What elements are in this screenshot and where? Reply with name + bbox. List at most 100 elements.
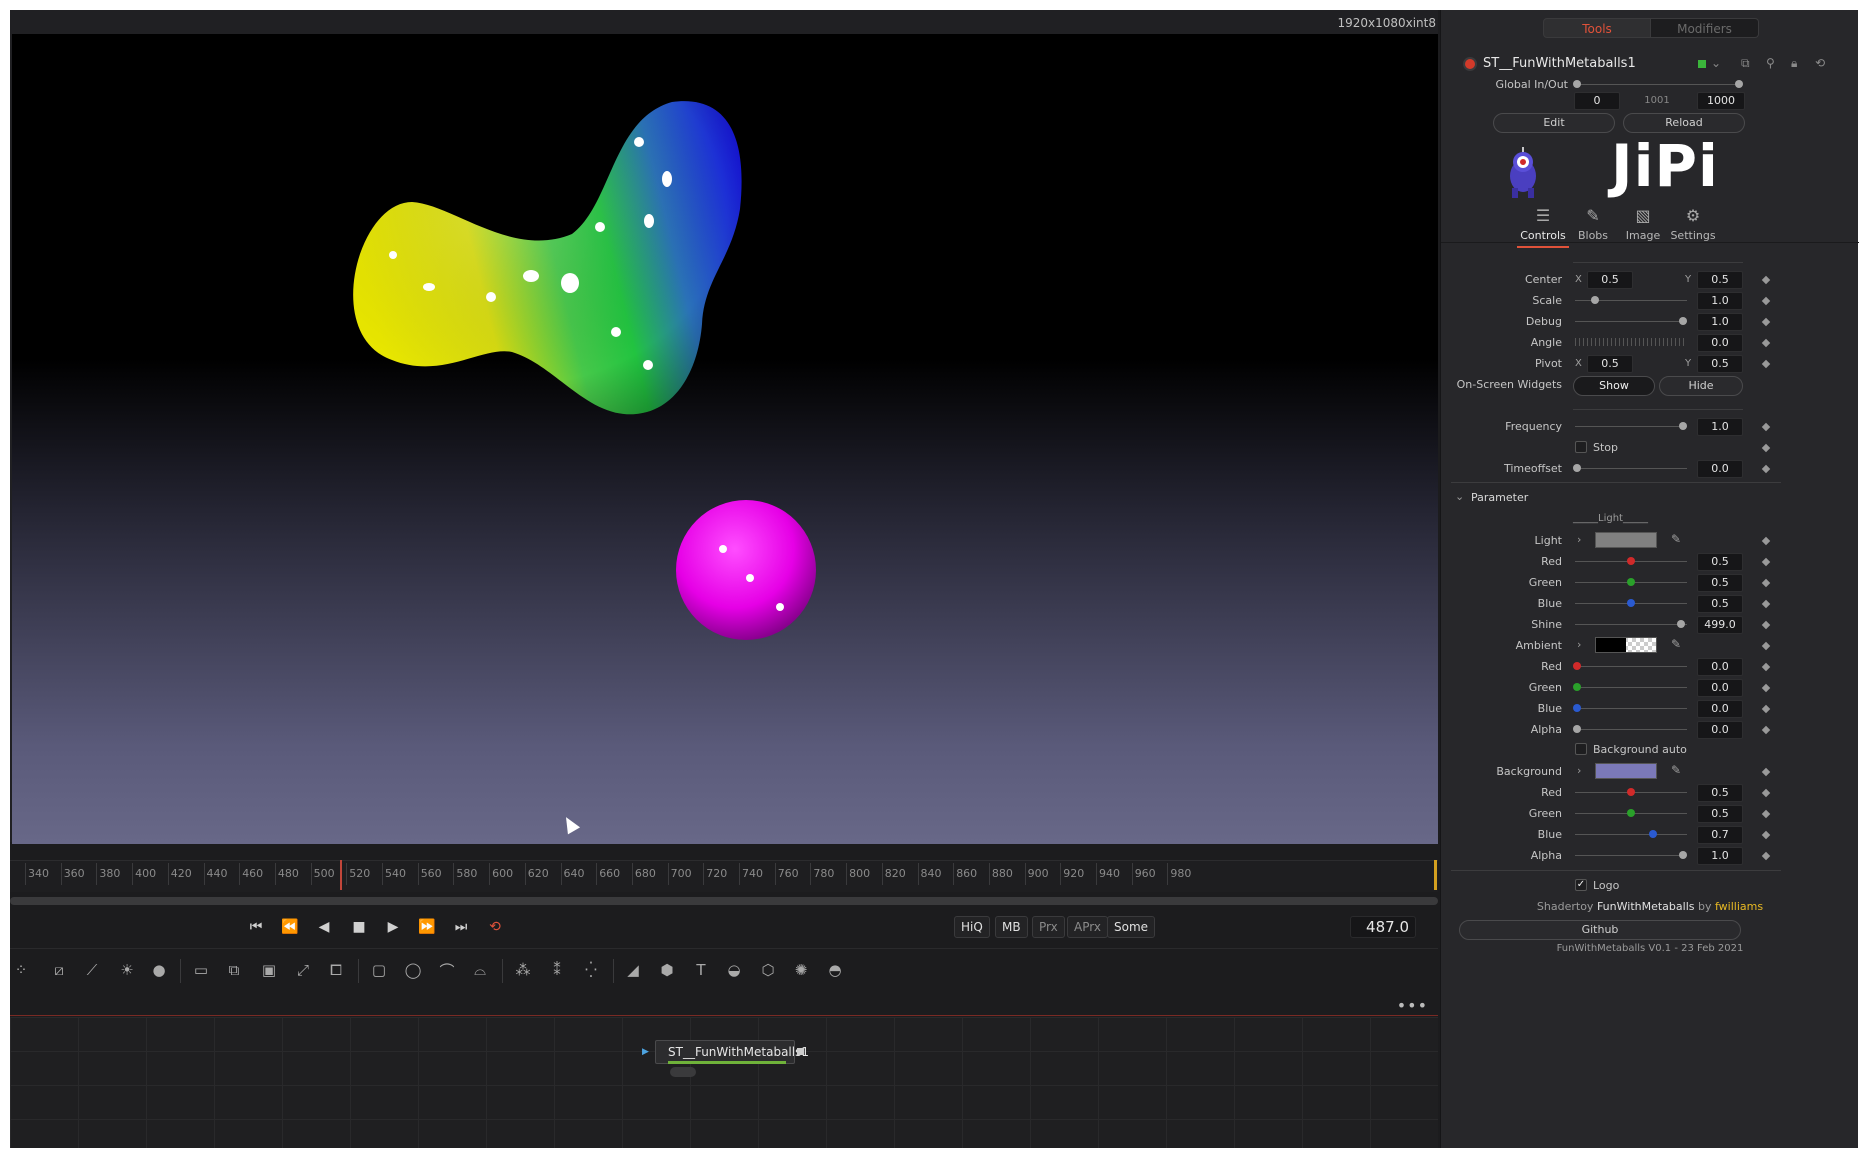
shader-node[interactable]: ▶ ST__FunWithMetaballs1: [642, 1040, 809, 1077]
ambient-green-slider[interactable]: [1575, 687, 1687, 688]
background-auto-checkbox[interactable]: [1575, 743, 1587, 755]
light-green-handle[interactable]: [1627, 578, 1635, 586]
time-ruler[interactable]: 340 360 380 400 420 440 460 480 500 520 540 560 580 6…: [10, 860, 1438, 892]
credit-title-link[interactable]: FunWithMetaballs: [1597, 900, 1695, 913]
bg-alpha-field[interactable]: 1.0: [1697, 847, 1743, 865]
camera-3d-icon[interactable]: ⬡: [757, 959, 779, 981]
range-end-marker[interactable]: [1434, 860, 1437, 890]
light-color-swatch[interactable]: [1595, 532, 1657, 548]
tab-tools[interactable]: Tools: [1543, 18, 1651, 38]
background-icon[interactable]: ▭: [190, 959, 212, 981]
hide-widgets-button[interactable]: Hide: [1659, 376, 1743, 396]
pin-icon[interactable]: ⚲: [1766, 56, 1775, 70]
node-output-icon[interactable]: [797, 1048, 804, 1055]
tab-settings[interactable]: ⚙ Settings: [1667, 206, 1719, 242]
show-widgets-button[interactable]: Show: [1573, 376, 1655, 396]
shape-3d-icon[interactable]: ⬢: [656, 959, 678, 981]
eyedropper-icon[interactable]: ✎: [1671, 637, 1681, 651]
bg-blue-slider[interactable]: [1575, 834, 1687, 835]
selective-update-button[interactable]: Some: [1107, 916, 1156, 938]
playhead[interactable]: [340, 860, 342, 890]
keyframe-icon[interactable]: [1761, 641, 1771, 651]
center-y-field[interactable]: 0.5: [1697, 271, 1743, 289]
scale-handle[interactable]: [1591, 296, 1599, 304]
bg-red-handle[interactable]: [1627, 788, 1635, 796]
ambient-red-slider[interactable]: [1575, 666, 1687, 667]
debug-field[interactable]: 1.0: [1697, 313, 1743, 331]
viewer[interactable]: 1920x1080xint8: [10, 10, 1438, 844]
chevron-down-icon[interactable]: ⌄: [1711, 56, 1721, 70]
frequency-handle[interactable]: [1679, 422, 1687, 430]
ambient-green-field[interactable]: 0.0: [1697, 679, 1743, 697]
light-red-field[interactable]: 0.5: [1697, 553, 1743, 571]
proxy-button[interactable]: Prx: [1032, 916, 1065, 938]
color-corrector-icon[interactable]: ●: [148, 959, 170, 981]
parameter-section-header[interactable]: Parameter: [1471, 491, 1528, 504]
keyframe-icon[interactable]: [1761, 359, 1771, 369]
light-blue-field[interactable]: 0.5: [1697, 595, 1743, 613]
github-button[interactable]: Github: [1459, 920, 1741, 940]
keyframe-icon[interactable]: [1761, 296, 1771, 306]
frequency-slider[interactable]: [1575, 426, 1687, 427]
background-color-swatch[interactable]: [1595, 763, 1657, 779]
bg-green-field[interactable]: 0.5: [1697, 805, 1743, 823]
timeline-scrollbar[interactable]: [10, 897, 1438, 905]
stop-checkbox[interactable]: [1575, 441, 1587, 453]
global-in-field[interactable]: 0: [1574, 92, 1620, 110]
tab-blobs[interactable]: ✎ Blobs: [1567, 206, 1619, 242]
debug-handle[interactable]: [1679, 317, 1687, 325]
image-plane-icon[interactable]: ◢: [622, 959, 644, 981]
global-out-handle[interactable]: [1735, 80, 1743, 88]
light-blue-handle[interactable]: [1627, 599, 1635, 607]
light-3d-icon[interactable]: ✺: [790, 959, 812, 981]
keyframe-icon[interactable]: [1761, 536, 1771, 546]
shine-handle[interactable]: [1677, 620, 1685, 628]
pivot-y-field[interactable]: 0.5: [1697, 355, 1743, 373]
bg-blue-field[interactable]: 0.7: [1697, 826, 1743, 844]
keyframe-icon[interactable]: [1761, 704, 1771, 714]
keyframe-icon[interactable]: [1761, 275, 1771, 285]
global-out-field[interactable]: 1000: [1697, 92, 1745, 110]
chevron-right-icon[interactable]: ›: [1577, 533, 1581, 546]
node-input-icon[interactable]: ▶: [642, 1047, 649, 1057]
ambient-alpha-handle[interactable]: [1573, 725, 1581, 733]
node-editor[interactable]: [10, 1017, 1438, 1148]
timeoffset-field[interactable]: 0.0: [1697, 460, 1743, 478]
angle-thumbwheel[interactable]: [1575, 338, 1687, 346]
polygon-mask-icon[interactable]: ⌒: [436, 959, 458, 981]
text-3d-icon[interactable]: T: [690, 959, 712, 981]
keyframe-icon[interactable]: [1761, 620, 1771, 630]
global-inout-slider[interactable]: [1577, 84, 1741, 85]
keyframe-icon[interactable]: [1761, 683, 1771, 693]
resize-icon[interactable]: ⧠: [325, 959, 347, 981]
logo-checkbox[interactable]: ✓: [1575, 879, 1587, 891]
tab-modifiers[interactable]: Modifiers: [1651, 18, 1759, 38]
play-reverse-icon[interactable]: ◀: [310, 916, 338, 938]
scale-field[interactable]: 1.0: [1697, 292, 1743, 310]
curves-icon[interactable]: ⧄: [48, 959, 70, 981]
angle-field[interactable]: 0.0: [1697, 334, 1743, 352]
color-curves-icon[interactable]: ⟋: [81, 959, 103, 981]
keyframe-icon[interactable]: [1761, 788, 1771, 798]
bg-alpha-slider[interactable]: [1575, 855, 1687, 856]
ambient-color-swatch[interactable]: [1595, 637, 1657, 653]
bg-green-handle[interactable]: [1627, 809, 1635, 817]
particle-system-icon[interactable]: ⁛: [580, 959, 602, 981]
tab-image[interactable]: ▧ Image: [1617, 206, 1669, 242]
ambient-red-field[interactable]: 0.0: [1697, 658, 1743, 676]
keyframe-icon[interactable]: [1761, 725, 1771, 735]
center-x-field[interactable]: 0.5: [1587, 271, 1633, 289]
global-in-handle[interactable]: [1573, 80, 1581, 88]
stop-icon[interactable]: ■: [345, 916, 373, 938]
chevron-down-icon[interactable]: ⌄: [1455, 490, 1464, 503]
keyframe-icon[interactable]: [1761, 662, 1771, 672]
keyframe-icon[interactable]: [1761, 422, 1771, 432]
motion-blur-button[interactable]: MB: [995, 916, 1028, 938]
hiq-button[interactable]: HiQ: [954, 916, 990, 938]
reload-button[interactable]: Reload: [1623, 113, 1745, 133]
eyedropper-icon[interactable]: ✎: [1671, 532, 1681, 546]
auto-proxy-button[interactable]: APrx: [1067, 916, 1108, 938]
node-color-swatch[interactable]: [1698, 60, 1706, 68]
current-frame-field[interactable]: 487.0: [1350, 916, 1416, 938]
rectangle-mask-icon[interactable]: ▢: [368, 959, 390, 981]
